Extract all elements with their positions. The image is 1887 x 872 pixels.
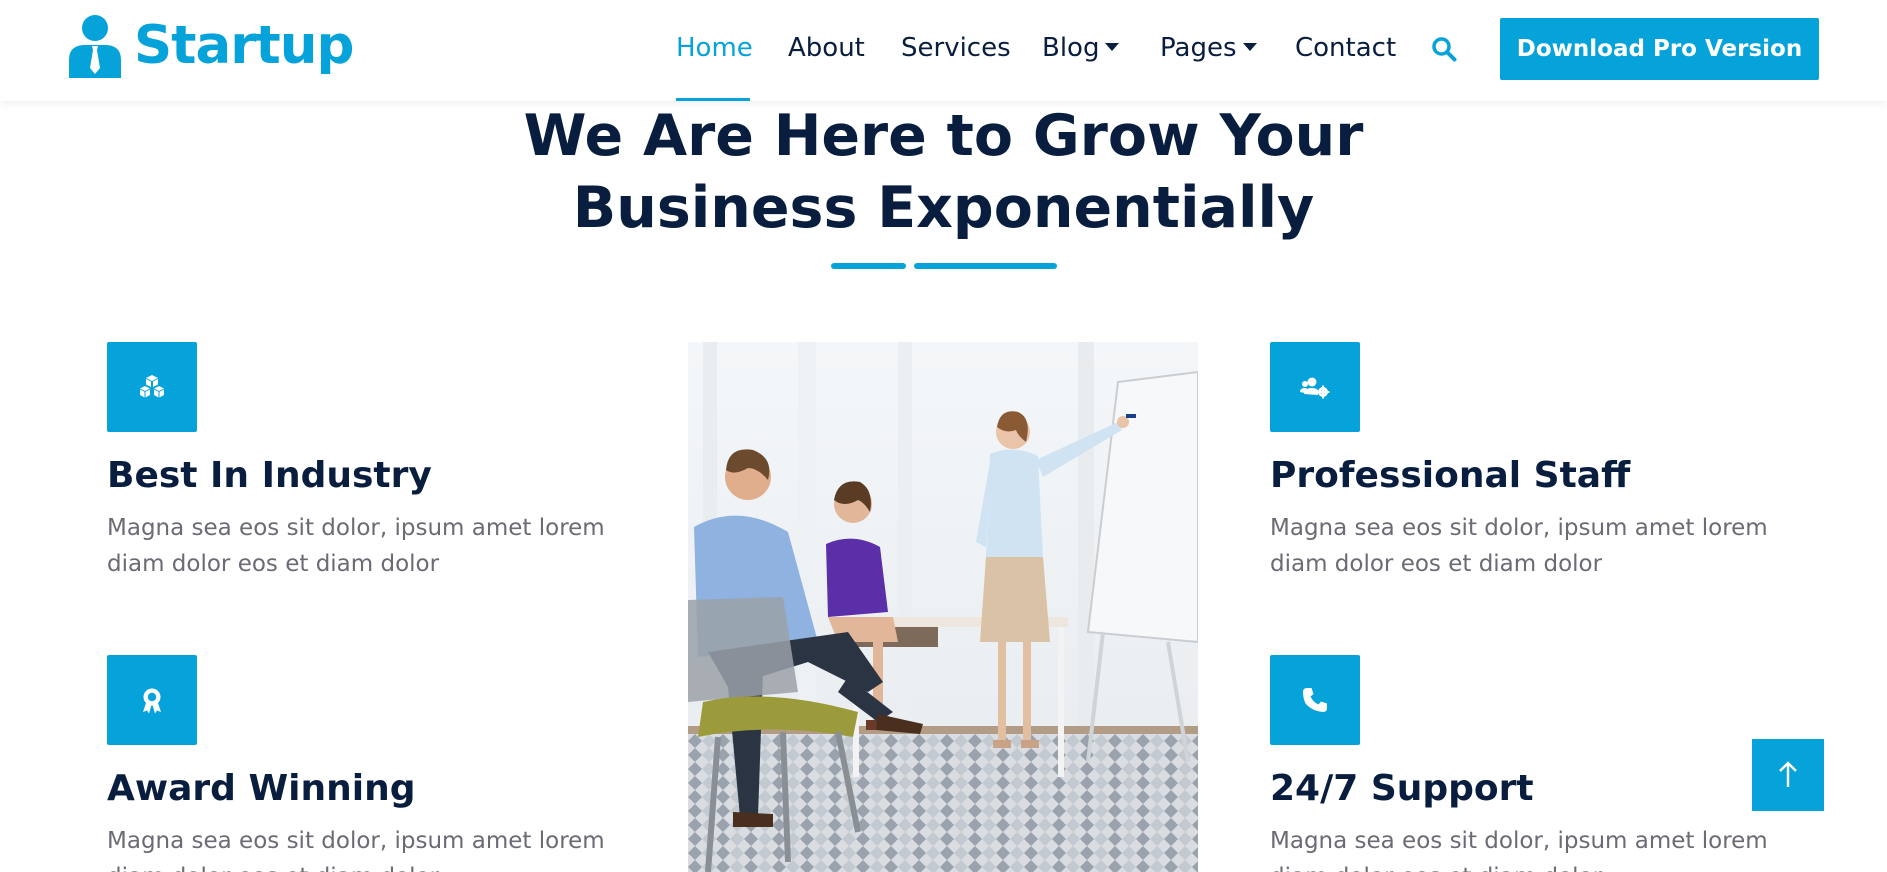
navbar: Startup Home About Services Blog Pages C… xyxy=(0,0,1887,101)
feature-icon-box xyxy=(107,655,197,745)
nav-home[interactable]: Home xyxy=(676,30,753,66)
feature-title: Award Winning xyxy=(107,768,416,809)
feature-title: 24/7 Support xyxy=(1270,768,1534,809)
feature-24-7-support: 24/7 Support Magna sea eos sit dolor, ip… xyxy=(1270,655,1790,872)
award-icon xyxy=(143,688,161,714)
nav-active-indicator xyxy=(676,98,750,101)
section-title: We Are Here to Grow Your Business Expone… xyxy=(400,100,1487,244)
download-pro-button[interactable]: Download Pro Version xyxy=(1500,18,1819,80)
caret-down-icon xyxy=(1242,43,1257,51)
brand-name: Startup xyxy=(134,15,354,76)
feature-icon-box xyxy=(1270,342,1360,432)
nav-pages-dropdown[interactable]: Pages xyxy=(1160,30,1257,66)
feature-text: Magna sea eos sit dolor, ipsum amet lore… xyxy=(1270,828,1768,872)
nav-blog-label: Blog xyxy=(1042,33,1100,63)
section-title-line1: We Are Here to Grow Your xyxy=(523,103,1364,169)
feature-icon-box xyxy=(107,342,197,432)
title-divider-short xyxy=(831,263,906,269)
feature-award-winning: Award Winning Magna sea eos sit dolor, i… xyxy=(107,655,627,872)
feature-best-in-industry: Best In Industry Magna sea eos sit dolor… xyxy=(107,342,627,582)
back-to-top-button[interactable] xyxy=(1752,739,1824,811)
nav-contact[interactable]: Contact xyxy=(1295,30,1396,66)
section-title-line2: Business Exponentially xyxy=(572,175,1315,241)
feature-text: Magna sea eos sit dolor, ipsum amet lore… xyxy=(107,515,605,577)
phone-icon xyxy=(1303,688,1327,712)
users-cog-icon xyxy=(1300,377,1330,399)
arrow-up-icon xyxy=(1779,761,1797,787)
brand-logo[interactable]: Startup xyxy=(67,14,354,78)
business-meeting-image xyxy=(688,342,1198,872)
business-meeting-illustration xyxy=(688,342,1198,872)
nav-services[interactable]: Services xyxy=(901,30,1011,66)
feature-icon-box xyxy=(1270,655,1360,745)
caret-down-icon xyxy=(1105,43,1120,51)
feature-title: Best In Industry xyxy=(107,455,432,496)
feature-text: Magna sea eos sit dolor, ipsum amet lore… xyxy=(1270,515,1768,577)
search-icon[interactable] xyxy=(1431,36,1457,62)
nav-about[interactable]: About xyxy=(788,30,865,66)
nav-blog-dropdown[interactable]: Blog xyxy=(1042,30,1120,66)
cubes-icon xyxy=(140,375,164,398)
title-divider-long xyxy=(914,263,1057,269)
feature-text: Magna sea eos sit dolor, ipsum amet lore… xyxy=(107,828,605,872)
nav-pages-label: Pages xyxy=(1160,33,1237,63)
feature-title: Professional Staff xyxy=(1270,455,1631,496)
feature-professional-staff: Professional Staff Magna sea eos sit dol… xyxy=(1270,342,1790,582)
user-tie-icon xyxy=(69,15,121,78)
